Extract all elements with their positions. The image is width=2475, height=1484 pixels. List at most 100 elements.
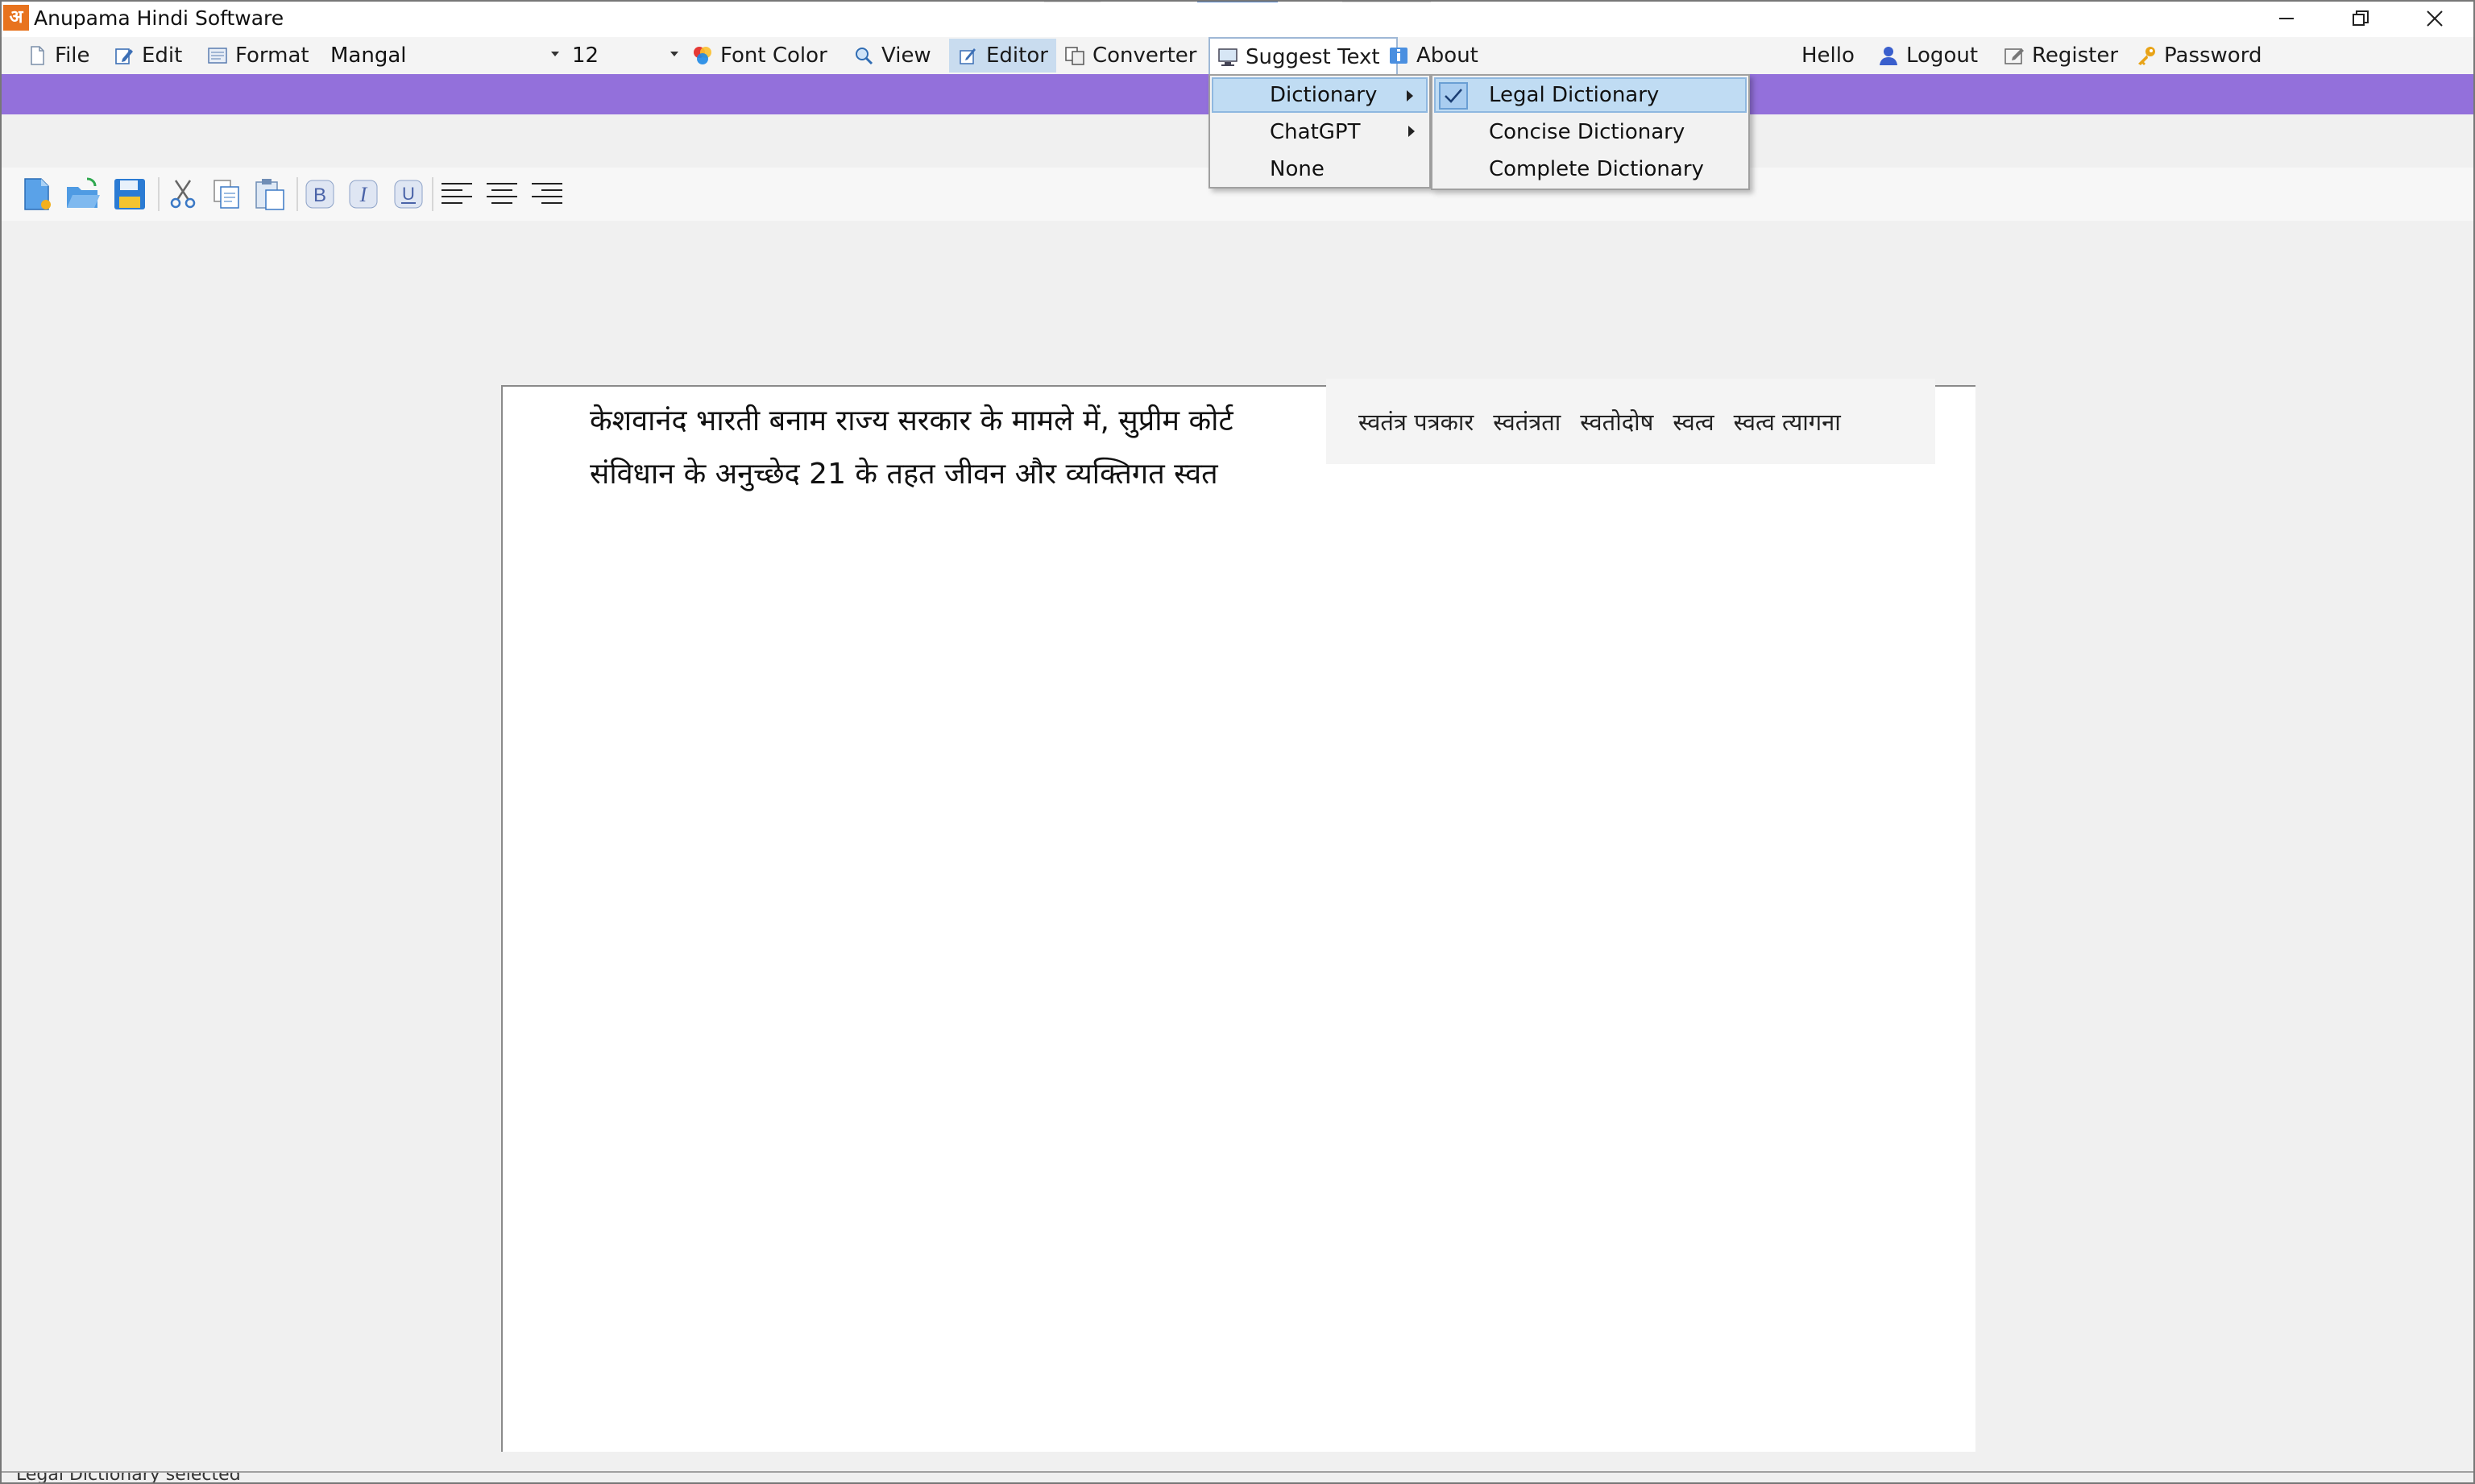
title-accent-left — [1044, 0, 1101, 2]
title-accent-center — [1197, 0, 1278, 2]
menu-view[interactable]: View — [852, 39, 931, 73]
open-file-button[interactable] — [63, 174, 103, 214]
menu-item-dictionary-label: Dictionary — [1270, 83, 1378, 107]
editor-icon — [960, 48, 976, 64]
chevron-right-icon — [1407, 90, 1413, 102]
title-accent-right — [1342, 0, 1431, 2]
menu-item-concise-dictionary-label: Concise Dictionary — [1489, 120, 1685, 144]
edit-icon — [115, 48, 133, 64]
menu-format-label: Format — [235, 44, 309, 68]
align-right-icon — [532, 183, 562, 204]
save-icon — [114, 179, 145, 209]
save-button[interactable] — [110, 174, 150, 214]
menu-editor-label: Editor — [986, 44, 1048, 68]
file-icon — [31, 46, 44, 65]
menu-font-color-label: Font Color — [720, 44, 827, 68]
chevron-right-icon — [1408, 126, 1415, 137]
menu-item-concise-dictionary[interactable]: Concise Dictionary — [1434, 114, 1747, 150]
suggestion-item[interactable]: स्वत्व — [1673, 406, 1714, 437]
menu-about-label: About — [1416, 44, 1478, 68]
status-text: Legal Dictionary selected — [16, 1471, 241, 1484]
menu-edit[interactable]: Edit — [113, 39, 182, 73]
suggestion-strip: स्वतंत्र पत्रकार स्वतंत्रता स्वतोदोष स्व… — [1326, 379, 1935, 464]
color-palette-icon — [694, 47, 711, 64]
format-icon — [208, 48, 227, 64]
menu-font-color[interactable]: Font Color — [691, 39, 827, 73]
italic-button[interactable]: I — [343, 174, 383, 214]
menu-item-chatgpt-label: ChatGPT — [1270, 120, 1361, 144]
toolbar-separator — [158, 177, 160, 211]
menu-about[interactable]: About — [1387, 39, 1478, 73]
copy-button[interactable] — [206, 174, 247, 214]
menu-item-chatgpt[interactable]: ChatGPT — [1212, 114, 1428, 150]
close-icon — [2427, 10, 2443, 27]
scissors-icon — [170, 180, 196, 209]
close-button[interactable] — [2398, 0, 2472, 37]
suggestion-item[interactable]: स्वतंत्रता — [1493, 406, 1561, 437]
font-name-dropdown[interactable]: Mangal — [325, 40, 564, 71]
menu-converter[interactable]: Converter — [1063, 39, 1197, 73]
user-icon — [1880, 47, 1897, 65]
chevron-down-icon — [670, 52, 678, 56]
bold-icon: B — [305, 180, 334, 209]
menu-file-label: File — [55, 44, 90, 68]
menu-editor[interactable]: Editor — [949, 39, 1056, 73]
password-button[interactable]: Password — [2135, 39, 2261, 73]
window-title: Anupama Hindi Software — [34, 6, 284, 30]
suggestion-item[interactable]: स्वतोदोष — [1580, 406, 1653, 437]
checkmark-icon — [1439, 82, 1468, 110]
restore-button[interactable] — [2324, 0, 2398, 37]
font-name-value: Mangal — [330, 44, 407, 68]
menu-item-dictionary[interactable]: Dictionary — [1212, 77, 1428, 113]
paste-button[interactable] — [250, 174, 290, 214]
menu-suggest-text-label: Suggest Text — [1246, 45, 1380, 69]
svg-text:I: I — [359, 183, 368, 206]
new-file-button[interactable] — [16, 174, 56, 214]
menu-item-legal-dictionary-label: Legal Dictionary — [1489, 83, 1660, 107]
menu-item-legal-dictionary[interactable]: Legal Dictionary — [1434, 77, 1747, 113]
bold-button[interactable]: B — [300, 174, 340, 214]
menu-view-label: View — [881, 44, 931, 68]
align-right-button[interactable] — [527, 174, 567, 214]
register-label: Register — [2032, 44, 2119, 68]
paste-icon — [255, 179, 284, 210]
password-label: Password — [2164, 44, 2262, 68]
suggestion-item[interactable]: स्वतंत्र पत्रकार — [1358, 406, 1474, 437]
menu-format[interactable]: Format — [206, 39, 309, 73]
document-line: संविधान के अनुच्छेद 21 के तहत जीवन और व्… — [590, 458, 1218, 491]
menu-item-none[interactable]: None — [1212, 151, 1428, 187]
hello-text: Hello — [1801, 44, 1855, 68]
new-file-icon — [24, 178, 51, 210]
suggestion-item[interactable]: स्वत्व त्यागना — [1734, 406, 1841, 437]
align-left-button[interactable] — [437, 174, 477, 214]
minimize-icon — [2279, 18, 2294, 19]
menu-item-complete-dictionary-label: Complete Dictionary — [1489, 157, 1704, 181]
magnifier-icon — [856, 48, 873, 65]
document-page[interactable]: केशवानंद भारती बनाम राज्य सरकार के मामले… — [501, 385, 1975, 1452]
monitor-icon — [1218, 48, 1238, 66]
font-size-value: 12 — [572, 44, 599, 68]
minimize-button[interactable] — [2249, 0, 2324, 37]
align-center-button[interactable] — [482, 174, 522, 214]
menu-item-none-label: None — [1270, 157, 1325, 181]
svg-text:B: B — [313, 184, 326, 206]
underline-button[interactable]: U — [388, 174, 429, 214]
hello-label: Hello — [1801, 39, 1855, 73]
logout-button[interactable]: Logout — [1877, 39, 1978, 73]
menu-file[interactable]: File — [26, 39, 90, 73]
register-button[interactable]: Register — [2003, 39, 2118, 73]
cut-button[interactable] — [163, 174, 203, 214]
toolbar-separator — [432, 177, 433, 211]
menu-item-complete-dictionary[interactable]: Complete Dictionary — [1434, 151, 1747, 187]
align-left-icon — [442, 183, 472, 204]
dictionary-submenu: Legal Dictionary Concise Dictionary Comp… — [1431, 74, 1750, 190]
converter-icon — [1065, 47, 1084, 65]
register-icon — [2004, 48, 2024, 64]
italic-icon: I — [349, 180, 378, 209]
menu-suggest-text[interactable]: Suggest Text — [1208, 37, 1398, 76]
app-window: अ Anupama Hindi Software File Edit Forma… — [0, 0, 2475, 1484]
suggest-text-menu: Dictionary ChatGPT None — [1208, 74, 1431, 189]
chevron-down-icon — [551, 52, 559, 56]
logout-label: Logout — [1906, 44, 1979, 68]
font-size-dropdown[interactable]: 12 — [567, 40, 683, 71]
